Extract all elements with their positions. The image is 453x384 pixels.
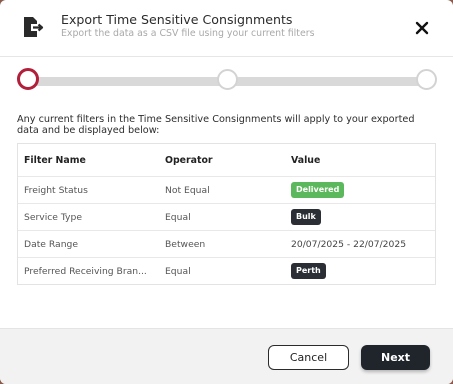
value-cell: Perth [291,258,431,284]
filters-info-text: Any current filters in the Time Sensitiv… [17,114,415,136]
cancel-button[interactable]: Cancel [268,345,349,370]
modal-header: Export Time Sensitive Consignments Expor… [0,0,453,56]
filters-table: Filter Name Operator Value Freight Statu… [17,143,436,285]
column-header-value: Value [291,154,321,166]
operator-cell: Not Equal [165,184,210,196]
progress-stepper [0,60,453,100]
export-modal: Export Time Sensitive Consignments Expor… [0,0,453,384]
table-row: Service Type Equal Bulk [18,203,435,230]
table-row: Freight Status Not Equal Delivered [18,176,435,203]
header-divider [0,56,453,57]
export-file-icon [24,17,44,37]
step-2-indicator[interactable] [217,69,238,90]
close-icon[interactable] [413,19,431,37]
filter-name-cell: Freight Status [24,184,88,196]
operator-cell: Equal [165,211,191,223]
value-cell: Bulk [291,204,431,230]
value-badge: Perth [291,263,326,279]
next-button[interactable]: Next [361,345,430,370]
value-cell: 20/07/2025 - 22/07/2025 [291,238,407,250]
status-badge: Delivered [291,182,345,198]
table-row: Preferred Receiving Bran... Equal Perth [18,257,435,284]
step-1-indicator[interactable] [17,68,39,90]
table-row: Date Range Between 20/07/2025 - 22/07/20… [18,230,435,257]
column-header-filter-name: Filter Name [24,154,86,166]
modal-subtitle: Export the data as a CSV file using your… [61,28,315,39]
table-header-row: Filter Name Operator Value [18,144,435,176]
filter-name-cell: Service Type [24,211,82,223]
value-cell: Delivered [291,177,431,203]
operator-cell: Between [165,238,206,250]
modal-title: Export Time Sensitive Consignments [61,12,293,27]
filter-name-cell: Date Range [24,238,78,250]
column-header-operator: Operator [165,154,213,166]
step-3-indicator[interactable] [416,69,437,90]
filter-name-cell: Preferred Receiving Bran... [24,265,147,277]
value-badge: Bulk [291,209,321,225]
operator-cell: Equal [165,265,191,277]
modal-footer: Cancel Next [0,328,453,384]
